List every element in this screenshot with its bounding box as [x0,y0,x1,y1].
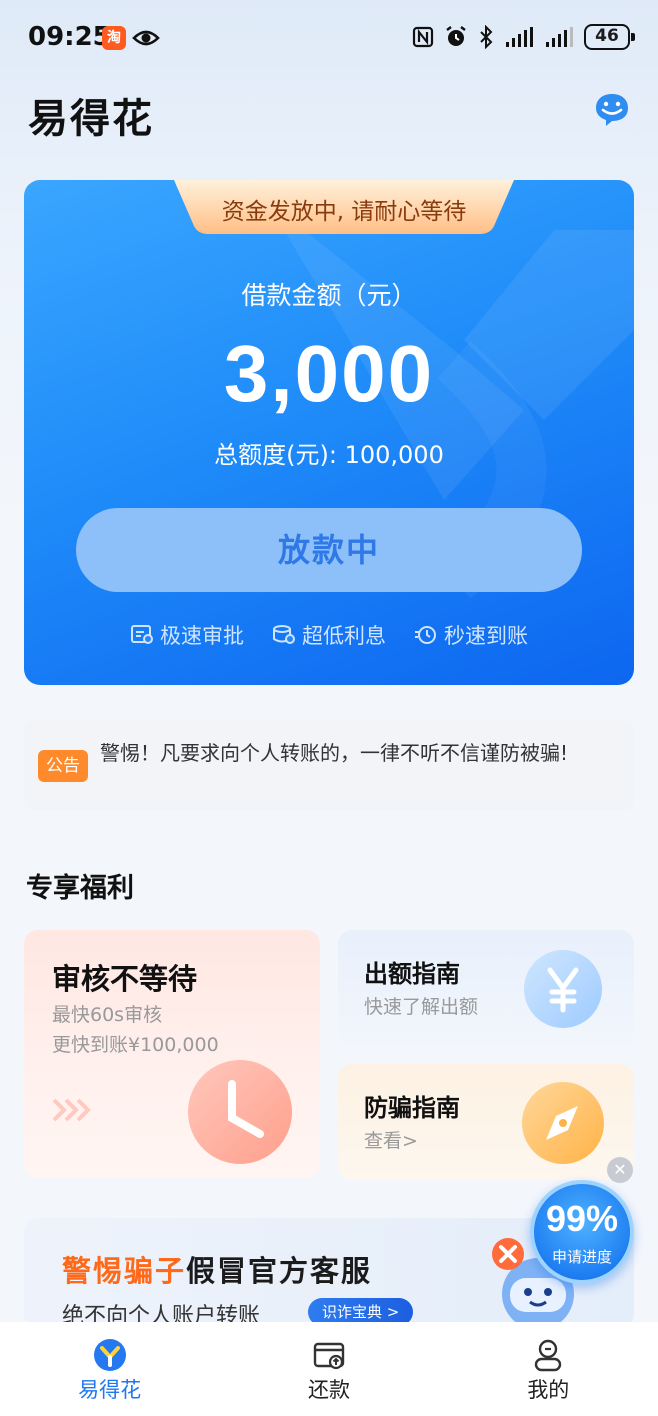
chat-icon[interactable] [592,90,632,130]
anti-fraud-guide-card[interactable]: 防骗指南 查看> [338,1064,634,1180]
page-title: 易得花 [28,96,154,142]
loan-amount-value: 3,000 [223,329,435,418]
clock-icon [188,1060,292,1164]
feature-item: 极速审批 [130,620,244,650]
tab-label: 还款 [307,1378,350,1402]
home-logo-icon [93,1339,126,1371]
fast-review-card[interactable]: 审核不等待 最快60s审核 更快到账¥100,000 [24,930,320,1178]
credit-guide-card[interactable]: 出额指南 快速了解出额 [338,930,634,1046]
coins-icon [273,625,295,644]
tab-profile[interactable]: 我的 [439,1322,658,1416]
notice-text: 警惕！凡要求向个人转账的，一律不听不信谨防被骗! [100,741,569,765]
loan-status-card: 资金发放中, 请耐心等待 借款金额（元） 3,000 总额度(元): 100,0… [24,180,634,685]
status-time: 09:25 [28,22,111,52]
card-title: 审核不等待 [52,962,198,996]
bottom-tab-bar: 易得花 还款 我的 [0,1322,658,1416]
bluetooth-icon [480,25,493,49]
progress-value: 99% [545,1198,619,1239]
banner-headline-rest: 假冒官方客服 [186,1254,373,1288]
tab-label: 易得花 [78,1378,142,1402]
card-decoration [284,230,634,599]
battery-indicator: 46 [584,24,635,50]
close-icon[interactable]: ✕ [607,1157,633,1183]
application-progress-button[interactable]: 99% 申请进度 [530,1180,634,1284]
disbursing-notice: 资金发放中, 请耐心等待 [221,199,467,225]
card-subtitle: 最快60s审核 [52,1004,163,1026]
notice-bar[interactable]: 公告 警惕！凡要求向个人转账的，一律不听不信谨防被骗! [24,720,634,810]
card-title: 防骗指南 [364,1094,460,1122]
tab-home[interactable]: 易得花 [0,1322,219,1416]
banner-highlight: 警惕骗子 [62,1254,187,1288]
eye-icon [132,30,160,46]
total-credit: 总额度(元): 100,000 [214,441,444,469]
loan-amount-label: 借款金额（元） [241,281,417,310]
taobao-app-icon: 淘 [102,26,126,50]
card-subtitle: 快速了解出额 [364,996,479,1018]
card-subtitle: 查看> [364,1130,418,1152]
feature-list: 极速审批 超低利息 秒速到账 [24,620,634,650]
repay-icon [313,1342,345,1370]
status-icons: 46 [412,24,635,50]
signal-icon-2 [546,27,573,47]
feature-item: 超低利息 [272,620,386,650]
approval-icon [131,625,153,644]
progress-label: 申请进度 [551,1248,612,1266]
compass-icon [522,1082,604,1164]
feature-label: 超低利息 [302,624,386,648]
section-title: 专享福利 [26,873,134,904]
feature-label: 极速审批 [160,624,244,648]
yen-icon [524,950,602,1028]
signal-icon [506,27,533,47]
disbursing-button[interactable]: 放款中 [76,508,582,592]
status-bar: 09:25 淘 46 [0,0,658,80]
card-subtitle: 更快到账¥100,000 [52,1034,219,1056]
nfc-icon [412,26,434,48]
tab-repay[interactable]: 还款 [219,1322,438,1416]
banner-headline: 警惕骗子假冒官方客服 [62,1248,372,1290]
card-title: 出额指南 [364,960,460,988]
profile-icon [535,1339,562,1372]
clock-fast-icon [415,626,436,644]
chevrons-icon [52,1098,91,1122]
alarm-icon [446,26,466,46]
feature-label: 秒速到账 [444,624,528,648]
notice-badge: 公告 [38,750,88,782]
tab-label: 我的 [527,1378,570,1402]
feature-item: 秒速到账 [414,620,528,650]
